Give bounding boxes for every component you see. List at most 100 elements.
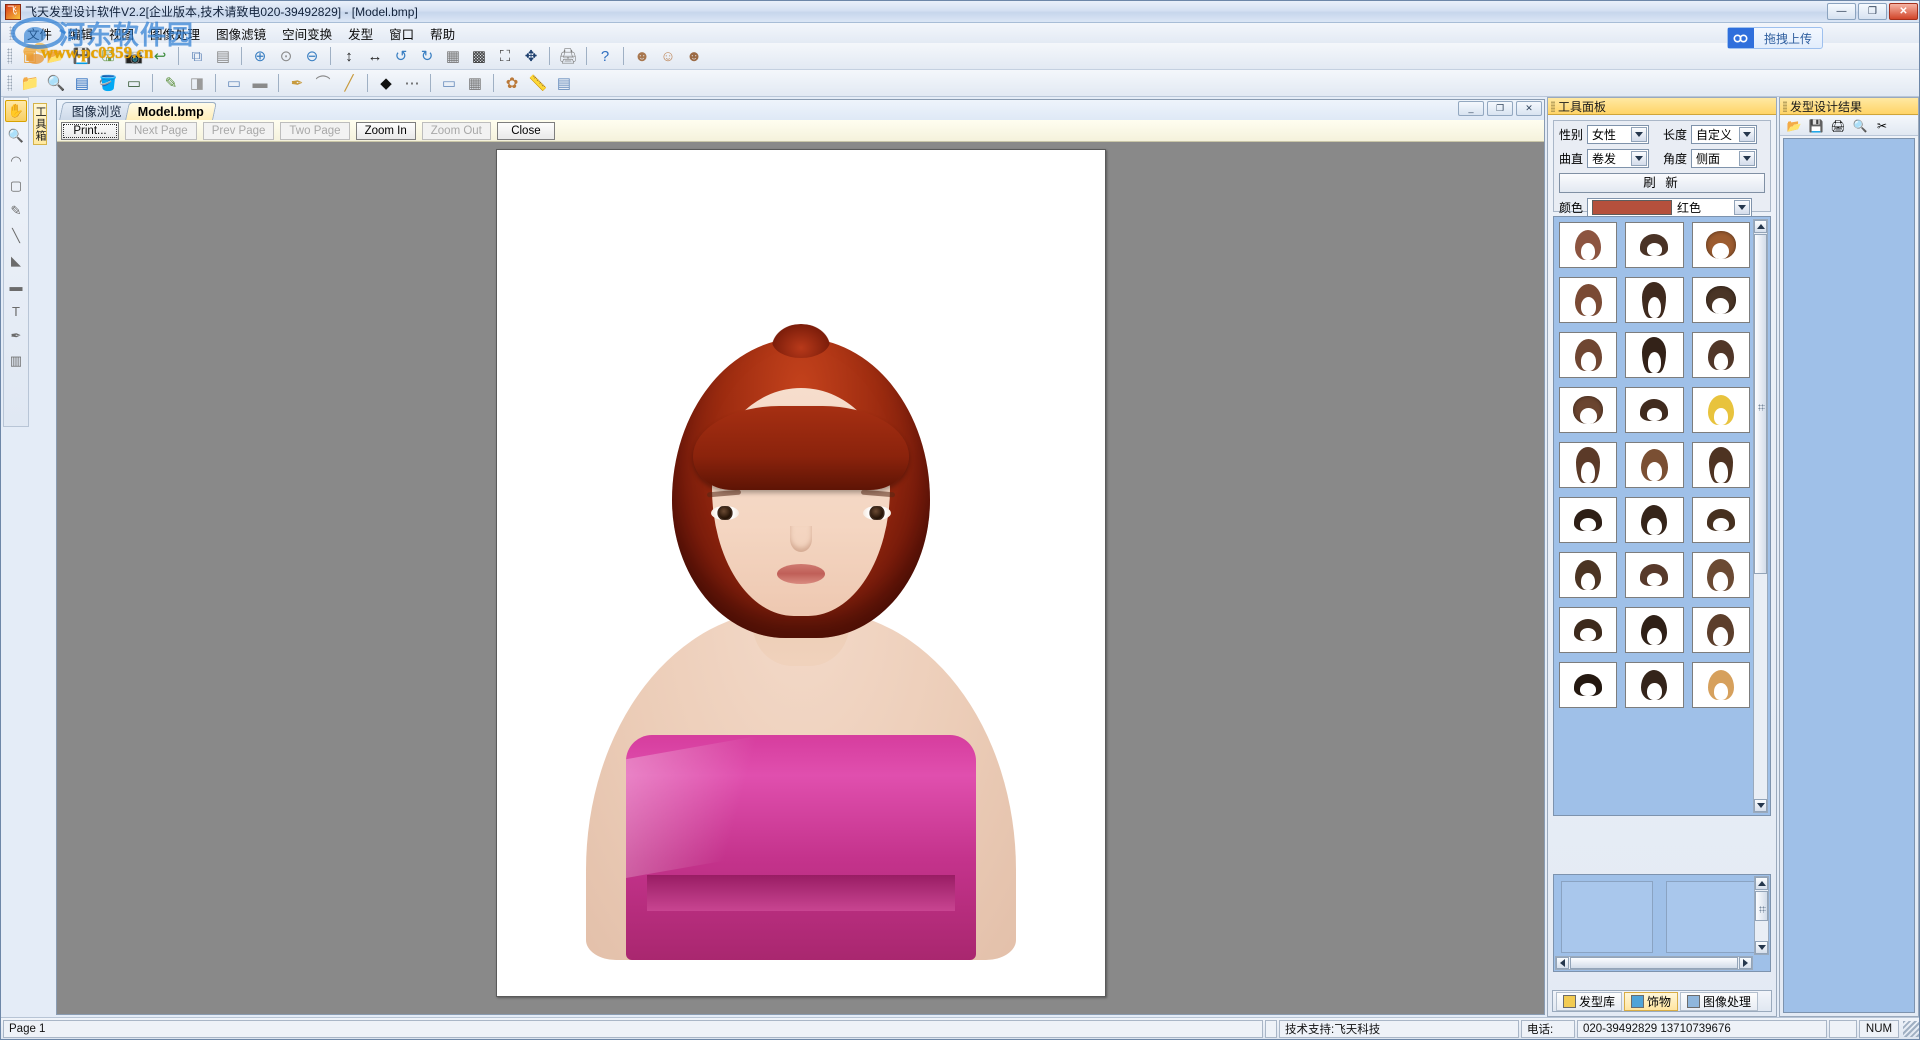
hairstyle-thumb[interactable] (1559, 332, 1618, 378)
open-folder-icon[interactable]: 📁 (18, 72, 42, 95)
tab-image-processing[interactable]: 图像处理 (1680, 991, 1759, 1011)
preview-strip-hscrollbar[interactable] (1555, 956, 1753, 970)
hairstyle-thumb[interactable] (1691, 442, 1750, 488)
hairstyle-thumb[interactable] (1559, 607, 1618, 653)
length-select[interactable]: 自定义 (1691, 125, 1758, 144)
pencil-tool[interactable]: ✎ (5, 200, 27, 222)
tool-panel-grip[interactable] (1551, 100, 1555, 112)
new-icon[interactable]: ▣ (18, 45, 42, 68)
flip-vertical-icon[interactable]: ↕ (337, 45, 361, 68)
hairstyle-thumb[interactable] (1625, 387, 1684, 433)
scroll-up-icon[interactable] (1754, 220, 1767, 233)
stamp-icon[interactable]: ▭ (122, 72, 146, 95)
zoom-tool[interactable]: 🔍 (5, 125, 27, 147)
invert-select-icon[interactable]: ▩ (467, 45, 491, 68)
brush-icon[interactable]: ✎ (159, 72, 183, 95)
hand-tool[interactable]: ✋ (5, 100, 27, 122)
hairstyle-thumb[interactable] (1625, 442, 1684, 488)
hairstyle-thumb[interactable] (1559, 277, 1618, 323)
magnify-icon[interactable]: 🔍 (44, 72, 68, 95)
close-button[interactable]: ✕ (1889, 3, 1918, 20)
hairstyle-thumb[interactable] (1625, 552, 1684, 598)
hairstyle-thumb[interactable] (1691, 332, 1750, 378)
tab-model-bmp[interactable]: Model.bmp (125, 102, 217, 120)
color-select[interactable]: 红色 (1587, 198, 1753, 217)
face-thumb-icon[interactable]: ☻ (630, 45, 654, 68)
crop-icon[interactable]: ⛶ (493, 45, 517, 68)
zoom-actual-icon[interactable]: ⊙ (274, 45, 298, 68)
hairstyle-thumb[interactable] (1559, 387, 1618, 433)
angle-select[interactable]: 侧面 (1691, 149, 1758, 168)
rotate-left-icon[interactable]: ↺ (389, 45, 413, 68)
fill-icon[interactable]: 🪣 (96, 72, 120, 95)
print-preview-canvas[interactable] (57, 142, 1544, 1014)
rectangle-tool[interactable]: ▬ (5, 275, 27, 297)
lasso-tool[interactable]: ◠ (5, 150, 27, 172)
line-tool[interactable]: ╲ (5, 225, 27, 247)
hairstyle-thumb[interactable] (1625, 277, 1684, 323)
portrait-thumb-icon[interactable]: ☺ (656, 45, 680, 68)
tab-image-browse[interactable]: 图像浏览 (59, 102, 135, 120)
effects-icon[interactable]: ✿ (500, 72, 524, 95)
hairstyle-thumb[interactable] (1625, 222, 1684, 268)
hairstyle-thumb[interactable] (1691, 552, 1750, 598)
refresh-button[interactable]: 刷 新 (1559, 173, 1765, 193)
scroll-up-icon[interactable] (1755, 877, 1768, 890)
menu-help[interactable]: 帮助 (422, 22, 463, 45)
hairstyle-thumb[interactable] (1691, 222, 1750, 268)
scroll-left-icon[interactable] (1556, 957, 1569, 969)
result-list[interactable] (1783, 138, 1915, 1013)
line-icon[interactable]: ╱ (337, 72, 361, 95)
resize-grip[interactable] (1903, 1020, 1919, 1037)
save-as-icon[interactable]: 🖫 (96, 45, 120, 68)
hairstyle-grid-scrollbar[interactable] (1753, 219, 1768, 813)
chevron-down-icon[interactable] (1631, 127, 1648, 142)
help-icon[interactable]: ? (593, 45, 617, 68)
zoom-in-button[interactable]: Zoom In (355, 121, 416, 140)
restore-button[interactable]: ❐ (1858, 3, 1887, 20)
menu-window[interactable]: 窗口 (381, 22, 422, 45)
hairstyle-preview-strip[interactable] (1553, 874, 1771, 972)
menubar-grip[interactable] (9, 26, 15, 40)
marquee-tool[interactable]: ▢ (5, 175, 27, 197)
hairstyle-thumb[interactable] (1691, 662, 1750, 708)
menu-image-processing[interactable]: 图像处理 (142, 22, 208, 45)
mdi-close-button[interactable]: ✕ (1516, 101, 1542, 116)
hairstyle-thumb[interactable] (1691, 387, 1750, 433)
hairstyle-thumb[interactable] (1691, 497, 1750, 543)
drag-upload-button[interactable]: 拖拽上传 (1726, 27, 1823, 49)
eyedropper-tool[interactable]: ✒ (5, 325, 27, 347)
chevron-down-icon[interactable] (1739, 151, 1756, 166)
minimize-button[interactable]: — (1827, 3, 1856, 20)
hairstyle-thumb[interactable] (1625, 662, 1684, 708)
toolbar-grip[interactable] (7, 48, 12, 64)
mdi-minimize-button[interactable]: _ (1458, 101, 1484, 116)
pen-icon[interactable]: ✒ (285, 72, 309, 95)
hairstyle-thumb[interactable] (1625, 332, 1684, 378)
eraser-icon[interactable]: ◨ (185, 72, 209, 95)
select-all-icon[interactable]: ▦ (441, 45, 465, 68)
hairstyle-thumb[interactable] (1559, 442, 1618, 488)
chart-tool[interactable]: ▥ (5, 350, 27, 372)
open-icon[interactable]: 📂 (44, 45, 68, 68)
curl-select[interactable]: 卷发 (1587, 149, 1650, 168)
color-picker-icon[interactable]: ▤ (70, 72, 94, 95)
menu-view[interactable]: 视图 (101, 22, 142, 45)
chevron-down-icon[interactable] (1739, 127, 1756, 142)
menu-image-filter[interactable]: 图像滤镜 (208, 22, 274, 45)
hairstyle-thumb[interactable] (1559, 222, 1618, 268)
tab-accessories[interactable]: 饰物 (1624, 991, 1679, 1011)
chevron-down-icon[interactable] (1631, 151, 1648, 166)
hairstyle-thumbnail-grid[interactable] (1553, 216, 1771, 816)
scrollbar-thumb[interactable] (1755, 891, 1768, 921)
hairstyle-thumb[interactable] (1691, 607, 1750, 653)
hairstyle-thumb[interactable] (1625, 607, 1684, 653)
scrollbar-thumb[interactable] (1754, 234, 1767, 574)
tab-hairstyle-library[interactable]: 发型库 (1556, 991, 1623, 1011)
result-panel-grip[interactable] (1783, 100, 1787, 112)
save-icon[interactable]: 💾 (70, 45, 94, 68)
shape-fill-icon[interactable]: ▬ (248, 72, 272, 95)
rotate-right-icon[interactable]: ↻ (415, 45, 439, 68)
layers-icon[interactable]: ▤ (552, 72, 576, 95)
menu-file[interactable]: 文件 (19, 22, 60, 45)
